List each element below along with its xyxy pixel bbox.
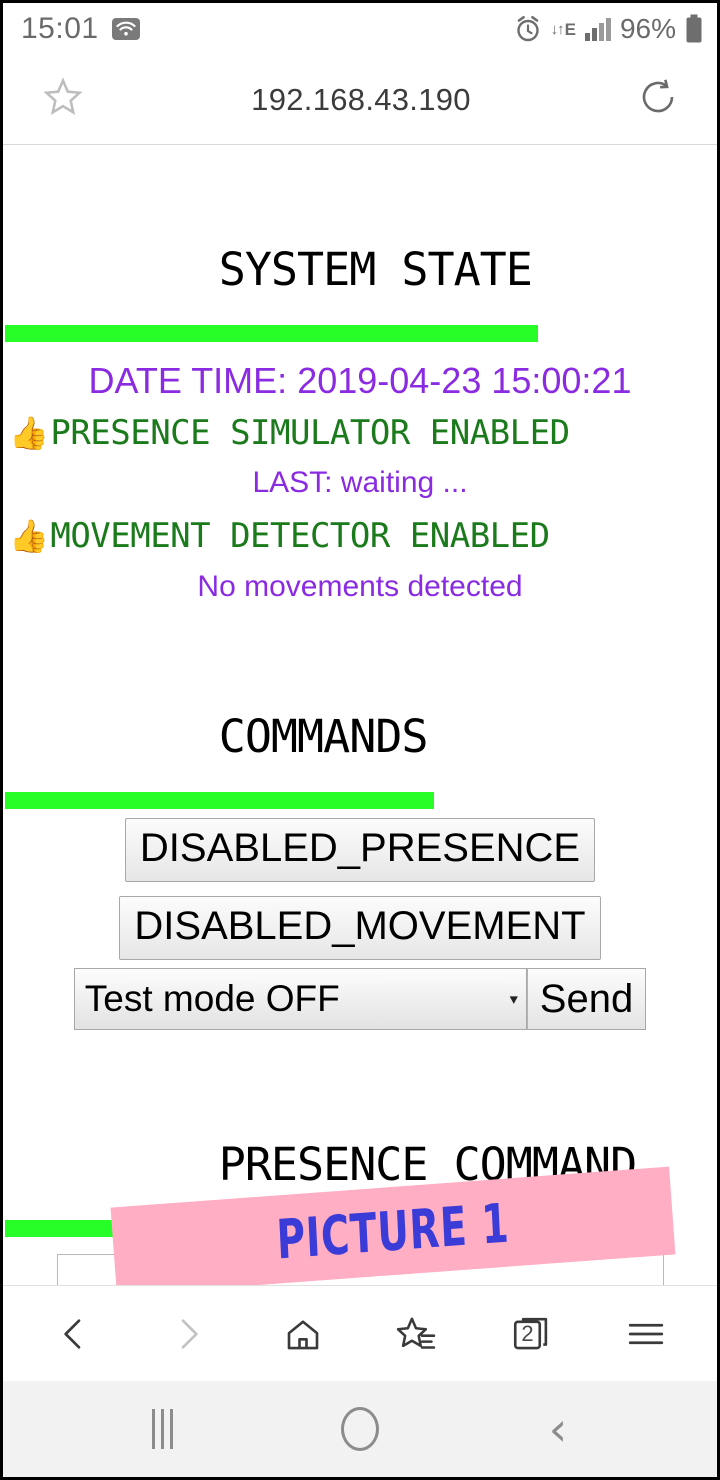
commands-heading: COMMANDS [5, 612, 434, 812]
status-time: 15:01 [21, 12, 99, 45]
heading-highlight [5, 792, 434, 809]
recents-icon [151, 1409, 173, 1449]
edge-data-icon: ↓↑ E [550, 19, 576, 39]
disabled-presence-button[interactable]: DISABLED_PRESENCE [124, 818, 596, 882]
browser-back-button[interactable] [34, 1298, 114, 1370]
thumbs-up-icon: 👍 [9, 414, 49, 452]
edge-letter: E [564, 19, 576, 39]
battery-icon [685, 14, 703, 44]
movement-status-row: 👍 MOVEMENT DETECTOR ENABLED [3, 514, 717, 558]
presence-last-text: LAST: waiting ... [252, 466, 468, 499]
data-arrows-icon: ↓↑ [550, 20, 565, 38]
browser-tabs-button[interactable]: 2 [491, 1298, 571, 1370]
disabled-movement-row: DISABLED_MOVEMENT [3, 890, 717, 960]
battery-percent: 96% [619, 13, 676, 44]
test-mode-row: Test mode OFF ▾ Send [3, 968, 717, 1030]
system-state-heading: SYSTEM STATE [5, 145, 538, 345]
url-text[interactable]: 192.168.43.190 [251, 82, 471, 118]
presence-status-text: PRESENCE SIMULATOR ENABLED [50, 413, 570, 453]
status-bar: 15:01 ↓↑ E 96% [3, 3, 717, 55]
test-mode-selected-value: Test mode OFF [84, 978, 340, 1019]
browser-forward-button[interactable] [148, 1298, 228, 1370]
movement-last-text: No movements detected [197, 570, 523, 603]
chevron-down-icon: ▾ [509, 990, 519, 1008]
bookmark-star-icon[interactable] [41, 75, 85, 124]
browser-tab-count: 2 [521, 1321, 534, 1346]
send-mode-button[interactable]: Send [526, 968, 647, 1030]
movement-status-text: MOVEMENT DETECTOR ENABLED [50, 516, 550, 556]
home-icon [341, 1407, 379, 1451]
browser-bookmarks-button[interactable] [377, 1298, 457, 1370]
browser-menu-button[interactable] [606, 1298, 686, 1370]
status-bar-right: ↓↑ E 96% [514, 13, 703, 45]
android-back-button[interactable]: ‹ [513, 1399, 603, 1459]
browser-home-button[interactable] [263, 1298, 343, 1370]
presence-status-row: 👍 PRESENCE SIMULATOR ENABLED [3, 411, 717, 455]
android-home-button[interactable] [315, 1399, 405, 1459]
reload-icon[interactable] [637, 76, 679, 123]
thumbs-up-icon: 👍 [9, 517, 49, 555]
wifi-icon [111, 16, 141, 42]
system-state-heading-row: SYSTEM STATE [3, 145, 717, 345]
signal-bars-icon [584, 17, 611, 41]
disabled-presence-row: DISABLED_PRESENCE [3, 812, 717, 882]
test-mode-select[interactable]: Test mode OFF ▾ [73, 968, 527, 1030]
commands-heading-row: COMMANDS [3, 612, 717, 812]
web-page-content: SYSTEM STATE DATE TIME: 2019-04-23 15:00… [3, 145, 717, 1285]
browser-address-bar: 192.168.43.190 [3, 55, 717, 145]
disabled-movement-button[interactable]: DISABLED_MOVEMENT [119, 896, 601, 960]
android-navigation-bar: ‹ [3, 1381, 717, 1477]
alarm-icon [514, 15, 542, 43]
back-icon: ‹ [548, 1402, 568, 1456]
picture-banner-text: PICTURE 1 [275, 1190, 511, 1272]
date-time-text: DATE TIME: 2019-04-23 15:00:21 [88, 360, 632, 401]
android-recents-button[interactable] [117, 1399, 207, 1459]
browser-bottom-toolbar: 2 [3, 1285, 717, 1381]
phone-screen: 15:01 ↓↑ E 96% 192.168.43.190 SYSTEM STA… [0, 0, 720, 1480]
heading-highlight [5, 325, 538, 342]
status-bar-left: 15:01 [21, 12, 514, 46]
